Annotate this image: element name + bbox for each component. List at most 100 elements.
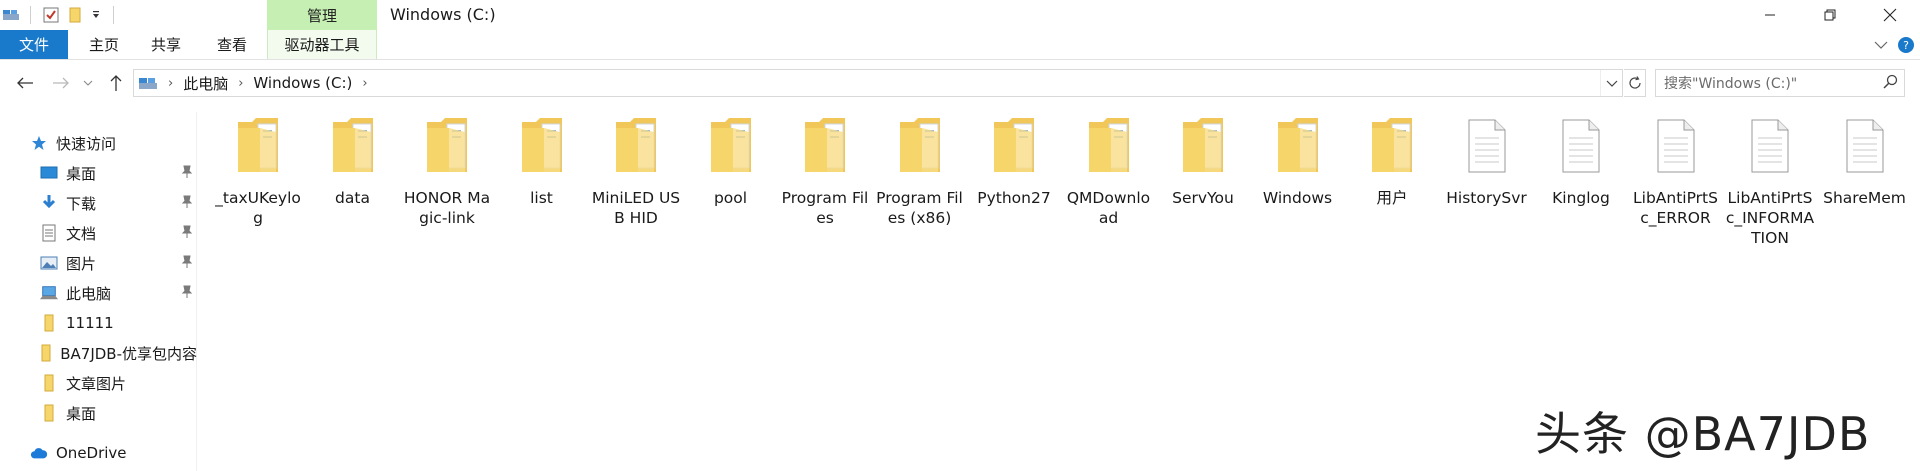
nav-folder-ba7jdb[interactable]: BA7JDB-优享包内容 — [0, 339, 197, 367]
nav-desktop[interactable]: 桌面 — [0, 159, 197, 187]
expand-ribbon-button[interactable] — [1874, 30, 1888, 60]
pin-icon[interactable] — [181, 285, 193, 303]
nav-this-pc[interactable]: 此电脑 — [0, 279, 197, 307]
folder-item[interactable]: HONOR Magic-link — [401, 112, 493, 228]
drive-icon[interactable] — [0, 0, 22, 30]
folder-item[interactable]: 用户 — [1346, 112, 1438, 208]
breadcrumb-this-pc[interactable]: 此电脑 — [183, 73, 228, 94]
item-label: Python27 — [977, 189, 1051, 207]
folder-icon — [1173, 112, 1233, 174]
item-label: _taxUKeylog — [215, 189, 301, 227]
nav-downloads[interactable]: 下载 — [0, 189, 197, 217]
cloud-icon — [30, 444, 48, 462]
tab-drive-tools[interactable]: 驱动器工具 — [267, 30, 377, 59]
item-label: ServYou — [1172, 189, 1234, 207]
nav-label: 文章图片 — [66, 374, 127, 393]
file-item[interactable]: LibAntiPrtSc_INFORMATION — [1724, 112, 1816, 248]
close-icon — [1883, 8, 1897, 22]
nav-quick-access[interactable]: 快速访问 — [0, 129, 197, 157]
folder-icon — [40, 344, 52, 362]
navigation-pane: 快速访问 桌面 下载 文档 图片 此电脑 11111 BA7JDB-优享包内容 … — [0, 112, 197, 471]
folder-item[interactable]: ServYou — [1157, 112, 1249, 208]
properties-icon[interactable] — [39, 0, 63, 30]
pin-icon[interactable] — [181, 225, 193, 243]
nav-label: 图片 — [66, 254, 97, 273]
manage-context-tab[interactable]: 管理 — [267, 0, 377, 30]
item-label: QMDownload — [1066, 189, 1151, 227]
item-label: list — [530, 189, 553, 207]
folder-icon — [890, 112, 950, 174]
file-item[interactable]: HistorySvr — [1441, 112, 1533, 208]
refresh-button[interactable] — [1624, 69, 1646, 97]
nav-folder-desktop[interactable]: 桌面 — [0, 399, 197, 427]
close-button[interactable] — [1860, 0, 1920, 30]
restore-button[interactable] — [1800, 0, 1860, 30]
customize-toolbar-icon[interactable] — [87, 0, 105, 30]
file-item[interactable]: ShareMem — [1819, 112, 1911, 208]
file-item[interactable]: LibAntiPrtSc_ERROR — [1630, 112, 1722, 228]
search-input[interactable]: 搜索"Windows (C:)" — [1655, 69, 1905, 97]
breadcrumb-separator[interactable]: › — [238, 76, 243, 91]
new-folder-icon[interactable] — [63, 0, 87, 30]
svg-text:?: ? — [1903, 39, 1909, 52]
chevron-down-icon — [1606, 80, 1617, 87]
address-bar[interactable]: › 此电脑 › Windows (C:) › — [133, 69, 1623, 97]
nav-pictures[interactable]: 图片 — [0, 249, 197, 277]
pin-icon[interactable] — [181, 255, 193, 273]
nav-documents[interactable]: 文档 — [0, 219, 197, 247]
file-icon — [1740, 112, 1800, 174]
item-label: ShareMem — [1823, 189, 1906, 207]
pin-icon[interactable] — [181, 165, 193, 183]
address-history-button[interactable] — [1600, 70, 1622, 96]
nav-label: 下载 — [66, 194, 97, 213]
star-icon — [30, 134, 48, 152]
folder-item[interactable]: Program Files — [779, 112, 871, 228]
help-button[interactable]: ? — [1897, 30, 1915, 60]
download-icon — [40, 194, 58, 212]
drive-icon — [138, 75, 158, 91]
item-label: Kinglog — [1552, 189, 1610, 207]
folder-item[interactable]: MiniLED USB HID — [590, 112, 682, 228]
folder-item[interactable]: QMDownload — [1063, 112, 1155, 228]
tab-home[interactable]: 主页 — [74, 30, 134, 59]
pin-icon[interactable] — [181, 195, 193, 213]
restore-icon — [1824, 9, 1836, 21]
up-button[interactable] — [104, 70, 128, 96]
tab-file[interactable]: 文件 — [0, 30, 68, 59]
breadcrumb-separator[interactable]: › — [362, 76, 367, 91]
file-item[interactable]: Kinglog — [1535, 112, 1627, 208]
nav-label: 文档 — [66, 224, 97, 243]
item-label: HistorySvr — [1446, 189, 1527, 207]
breadcrumb-drive-c[interactable]: Windows (C:) — [253, 74, 352, 92]
folder-icon — [1362, 112, 1422, 174]
picture-icon — [40, 254, 58, 272]
folder-icon — [417, 112, 477, 174]
breadcrumb-separator[interactable]: › — [168, 76, 173, 91]
folder-item[interactable]: Program Files (x86) — [874, 112, 966, 228]
arrow-left-icon — [17, 77, 33, 89]
folder-item[interactable]: pool — [685, 112, 777, 208]
folder-item[interactable]: _taxUKeylog — [212, 112, 304, 228]
folder-icon — [795, 112, 855, 174]
nav-folder-11111[interactable]: 11111 — [0, 309, 197, 337]
minimize-button[interactable] — [1740, 0, 1800, 30]
arrow-right-icon — [53, 77, 69, 89]
back-button[interactable] — [12, 70, 38, 96]
folder-item[interactable]: Python27 — [968, 112, 1060, 208]
search-placeholder: 搜索"Windows (C:)" — [1664, 76, 1798, 92]
nav-label: 桌面 — [66, 164, 97, 183]
nav-onedrive[interactable]: OneDrive — [0, 439, 197, 467]
forward-button[interactable] — [48, 70, 74, 96]
file-icon — [1551, 112, 1611, 174]
folder-item[interactable]: list — [496, 112, 588, 208]
recent-locations-button[interactable] — [80, 70, 96, 96]
item-label: HONOR Magic-link — [403, 189, 491, 227]
folder-item[interactable]: Windows — [1252, 112, 1344, 208]
file-icon — [1646, 112, 1706, 174]
minimize-icon — [1765, 14, 1775, 16]
folder-icon — [323, 112, 383, 174]
tab-share[interactable]: 共享 — [136, 30, 196, 59]
tab-view[interactable]: 查看 — [202, 30, 262, 59]
nav-folder-article-images[interactable]: 文章图片 — [0, 369, 197, 397]
folder-item[interactable]: data — [307, 112, 399, 208]
